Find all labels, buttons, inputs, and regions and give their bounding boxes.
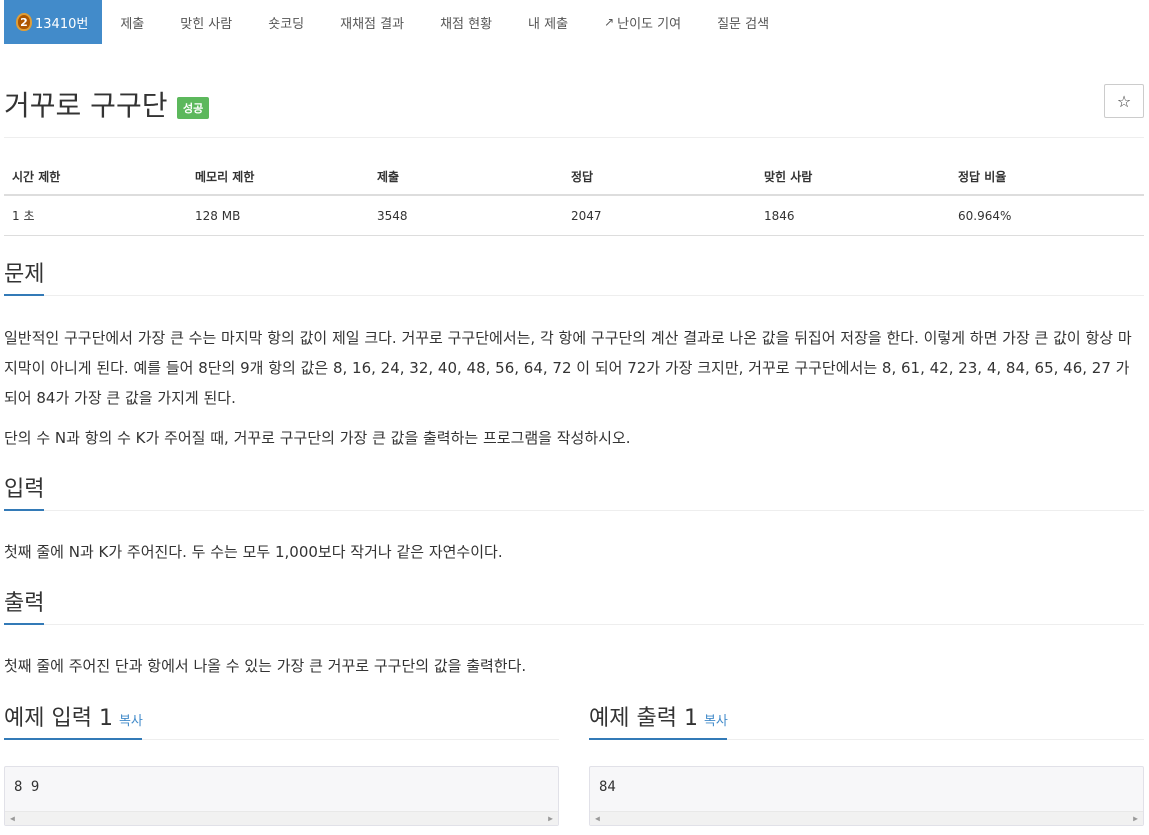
scroll-left-icon[interactable]: ◀ bbox=[10, 814, 15, 823]
output-header: 출력 bbox=[4, 589, 1144, 625]
favorite-star-button[interactable]: ☆ bbox=[1104, 84, 1144, 118]
header-submissions: 제출 bbox=[369, 158, 563, 196]
sample-input-title: 예제 입력 1 bbox=[4, 706, 113, 731]
input-description: 첫째 줄에 N과 K가 주어진다. 두 수는 모두 1,000보다 작거나 같은… bbox=[4, 543, 503, 561]
section-underline bbox=[4, 623, 44, 625]
section-underline bbox=[4, 509, 44, 511]
sample-output-heading: 예제 출력 1 복사 bbox=[589, 704, 1144, 737]
description-title: 문제 bbox=[4, 262, 45, 287]
header-memory-limit: 메모리 제한 bbox=[187, 158, 369, 196]
output-title: 출력 bbox=[4, 591, 45, 616]
status-badge: 성공 bbox=[177, 97, 210, 119]
sample-input-copy-link[interactable]: 복사 bbox=[119, 714, 143, 729]
problem-info-table: 시간 제한 메모리 제한 제출 정답 맞힌 사람 정답 비율 1 초 128 M… bbox=[4, 158, 1144, 236]
sample-output-copy-link[interactable]: 복사 bbox=[704, 714, 728, 729]
external-link-icon: ↗ bbox=[604, 15, 615, 29]
section-underline bbox=[4, 738, 142, 740]
input-title: 입력 bbox=[4, 477, 45, 502]
description-paragraph-2: 단의 수 N과 항의 수 K가 주어질 때, 거꾸로 구구단의 가장 큰 값을 … bbox=[4, 429, 631, 447]
problem-title: 거꾸로 구구단 bbox=[4, 89, 168, 122]
nav-difficulty-contribution[interactable]: ↗ 난이도 기여 bbox=[586, 0, 699, 44]
nav-my-submissions[interactable]: 내 제출 bbox=[510, 0, 586, 44]
header-accept-ratio: 정답 비율 bbox=[950, 158, 1144, 196]
value-accepted: 2047 bbox=[563, 195, 756, 236]
output-description: 첫째 줄에 주어진 단과 항에서 나올 수 있는 가장 큰 거꾸로 구구단의 값… bbox=[4, 657, 527, 675]
sample-input-value: 8 9 bbox=[14, 779, 40, 795]
value-solved-users: 1846 bbox=[756, 195, 950, 236]
problem-id-label: 13410번 bbox=[35, 16, 89, 32]
problem-page: 2 13410번 제출 맞힌 사람 숏코딩 재채점 결과 채점 현황 내 제출 … bbox=[0, 0, 1149, 835]
scroll-left-icon[interactable]: ◀ bbox=[595, 814, 600, 823]
sample-output-header: 예제 출력 1 복사 bbox=[589, 704, 1144, 740]
header-accepted: 정답 bbox=[563, 158, 756, 196]
header-solved-users: 맞힌 사람 bbox=[756, 158, 950, 196]
nav-solved-users[interactable]: 맞힌 사람 bbox=[162, 0, 250, 44]
sample-input-box[interactable]: 8 9 ◀ ▶ bbox=[4, 766, 559, 826]
nav-short-coding[interactable]: 숏코딩 bbox=[250, 0, 322, 44]
info-value-row: 1 초 128 MB 3548 2047 1846 60.964% bbox=[4, 195, 1144, 236]
header-time-limit: 시간 제한 bbox=[4, 158, 187, 196]
info-header-row: 시간 제한 메모리 제한 제출 정답 맞힌 사람 정답 비율 bbox=[4, 158, 1144, 196]
nav-submit[interactable]: 제출 bbox=[102, 0, 162, 44]
title-row: 거꾸로 구구단 성공 ☆ bbox=[4, 80, 1144, 138]
value-accept-ratio: 60.964% bbox=[950, 195, 1144, 236]
value-time-limit: 1 초 bbox=[4, 195, 187, 236]
value-submissions: 3548 bbox=[369, 195, 563, 236]
nav-difficulty-label: 난이도 기여 bbox=[617, 16, 682, 32]
nav-question-search[interactable]: 질문 검색 bbox=[699, 0, 787, 44]
nav-problem-id[interactable]: 2 13410번 bbox=[4, 0, 103, 44]
nav-status[interactable]: 채점 현황 bbox=[422, 0, 510, 44]
nav-rejudge-results[interactable]: 재채점 결과 bbox=[322, 0, 422, 44]
scroll-right-icon[interactable]: ▶ bbox=[1133, 814, 1138, 823]
sample-input-heading: 예제 입력 1 복사 bbox=[4, 704, 559, 737]
description-header: 문제 bbox=[4, 260, 1144, 296]
problem-menu: 2 13410번 제출 맞힌 사람 숏코딩 재채점 결과 채점 현황 내 제출 … bbox=[4, 0, 787, 44]
tier-badge-icon: 2 bbox=[16, 13, 32, 31]
horizontal-scrollbar[interactable]: ◀ ▶ bbox=[5, 811, 558, 825]
horizontal-scrollbar[interactable]: ◀ ▶ bbox=[590, 811, 1143, 825]
star-icon: ☆ bbox=[1116, 91, 1132, 111]
sample-output-title: 예제 출력 1 bbox=[589, 706, 698, 731]
input-header: 입력 bbox=[4, 475, 1144, 511]
section-underline bbox=[589, 738, 727, 740]
value-memory-limit: 128 MB bbox=[187, 195, 369, 236]
sample-output-box[interactable]: 84 ◀ ▶ bbox=[589, 766, 1144, 826]
sample-output-value: 84 bbox=[599, 779, 616, 795]
section-underline bbox=[4, 294, 44, 296]
scroll-right-icon[interactable]: ▶ bbox=[548, 814, 553, 823]
description-paragraph-1: 일반적인 구구단에서 가장 큰 수는 마지막 항의 값이 제일 크다. 거꾸로 … bbox=[4, 329, 1132, 407]
sample-input-header: 예제 입력 1 복사 bbox=[4, 704, 559, 740]
